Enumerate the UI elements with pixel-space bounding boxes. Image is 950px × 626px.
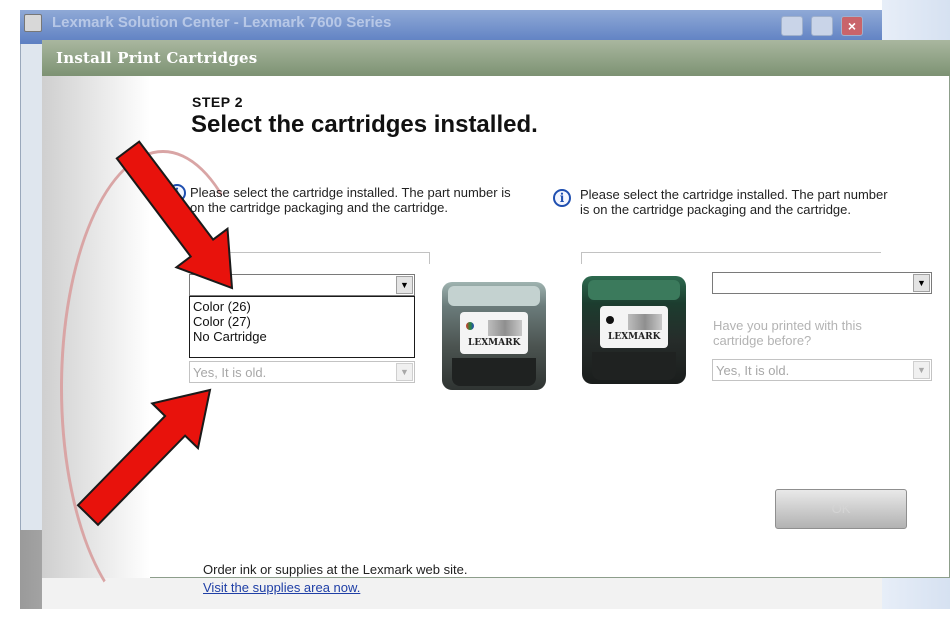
cartridge-top [588,280,680,300]
cartridge-bottom [592,352,676,380]
dialog-title: Install Print Cartridges [56,49,258,67]
cartridge-brand: LEXMARK [608,332,661,342]
decorative-arc [60,150,266,626]
black-cartridge-image: LEXMARK [582,276,686,384]
printer-app-icon [24,14,42,32]
step-label: STEP 2 [192,94,243,110]
visit-supplies-link[interactable]: Visit the supplies area now. [203,580,360,595]
cartridge-label: LEXMARK [460,312,528,354]
right-age-value: Yes, It is old. [716,363,790,378]
ok-button[interactable]: OK [775,489,907,529]
close-icon[interactable]: × [841,16,863,36]
left-info-text: Please select the cartridge installed. T… [190,185,511,215]
right-group-line [581,252,881,253]
right-group-tick [581,252,582,264]
dropdown-arrow-icon[interactable]: ▼ [396,276,413,294]
dropdown-option-color-27[interactable]: Color (27) [193,314,251,329]
dropdown-arrow-icon[interactable]: ▼ [396,363,413,381]
left-group-tick [429,252,430,264]
black-dot [606,316,614,324]
left-age-value: Yes, It is old. [193,365,267,380]
dropdown-option-no-cartridge[interactable]: No Cartridge [193,329,267,344]
background-window-title: Lexmark Solution Center - Lexmark 7600 S… [52,14,392,31]
info-icon: i [553,189,571,207]
page-title: Select the cartridges installed. [191,111,538,138]
dropdown-arrow-icon[interactable]: ▼ [913,361,930,379]
dropdown-option-color-26[interactable]: Color (26) [193,299,251,314]
dropdown-arrow-icon[interactable]: ▼ [913,274,930,292]
right-info-text: Please select the cartridge installed. T… [580,187,888,217]
cartridge-label: LEXMARK [600,306,668,348]
cartridge-brand: LEXMARK [468,338,521,348]
cartridge-number-blur [488,320,522,336]
cartridge-bottom [452,358,536,386]
left-cartridge-select[interactable]: ▼ [189,274,415,296]
maximize-button[interactable] [811,16,833,36]
cartridge-top [448,286,540,306]
left-group-line [190,252,430,253]
right-cartridge-select[interactable]: ▼ [712,272,932,294]
order-supplies-text: Order ink or supplies at the Lexmark web… [203,562,468,577]
right-cartridge-age-select[interactable]: Yes, It is old. ▼ [712,359,932,381]
cartridge-number-blur [628,314,662,330]
left-cartridge-age-select[interactable]: Yes, It is old. ▼ [189,361,415,383]
info-icon: i [168,184,186,202]
color-cartridge-image: LEXMARK [442,282,546,390]
right-printed-before-question: Have you printed with this cartridge bef… [713,318,862,348]
color-dots [466,322,474,330]
minimize-button[interactable] [781,16,803,36]
cartridge-dropdown-list: Color (26) Color (27) No Cartridge [189,296,415,358]
